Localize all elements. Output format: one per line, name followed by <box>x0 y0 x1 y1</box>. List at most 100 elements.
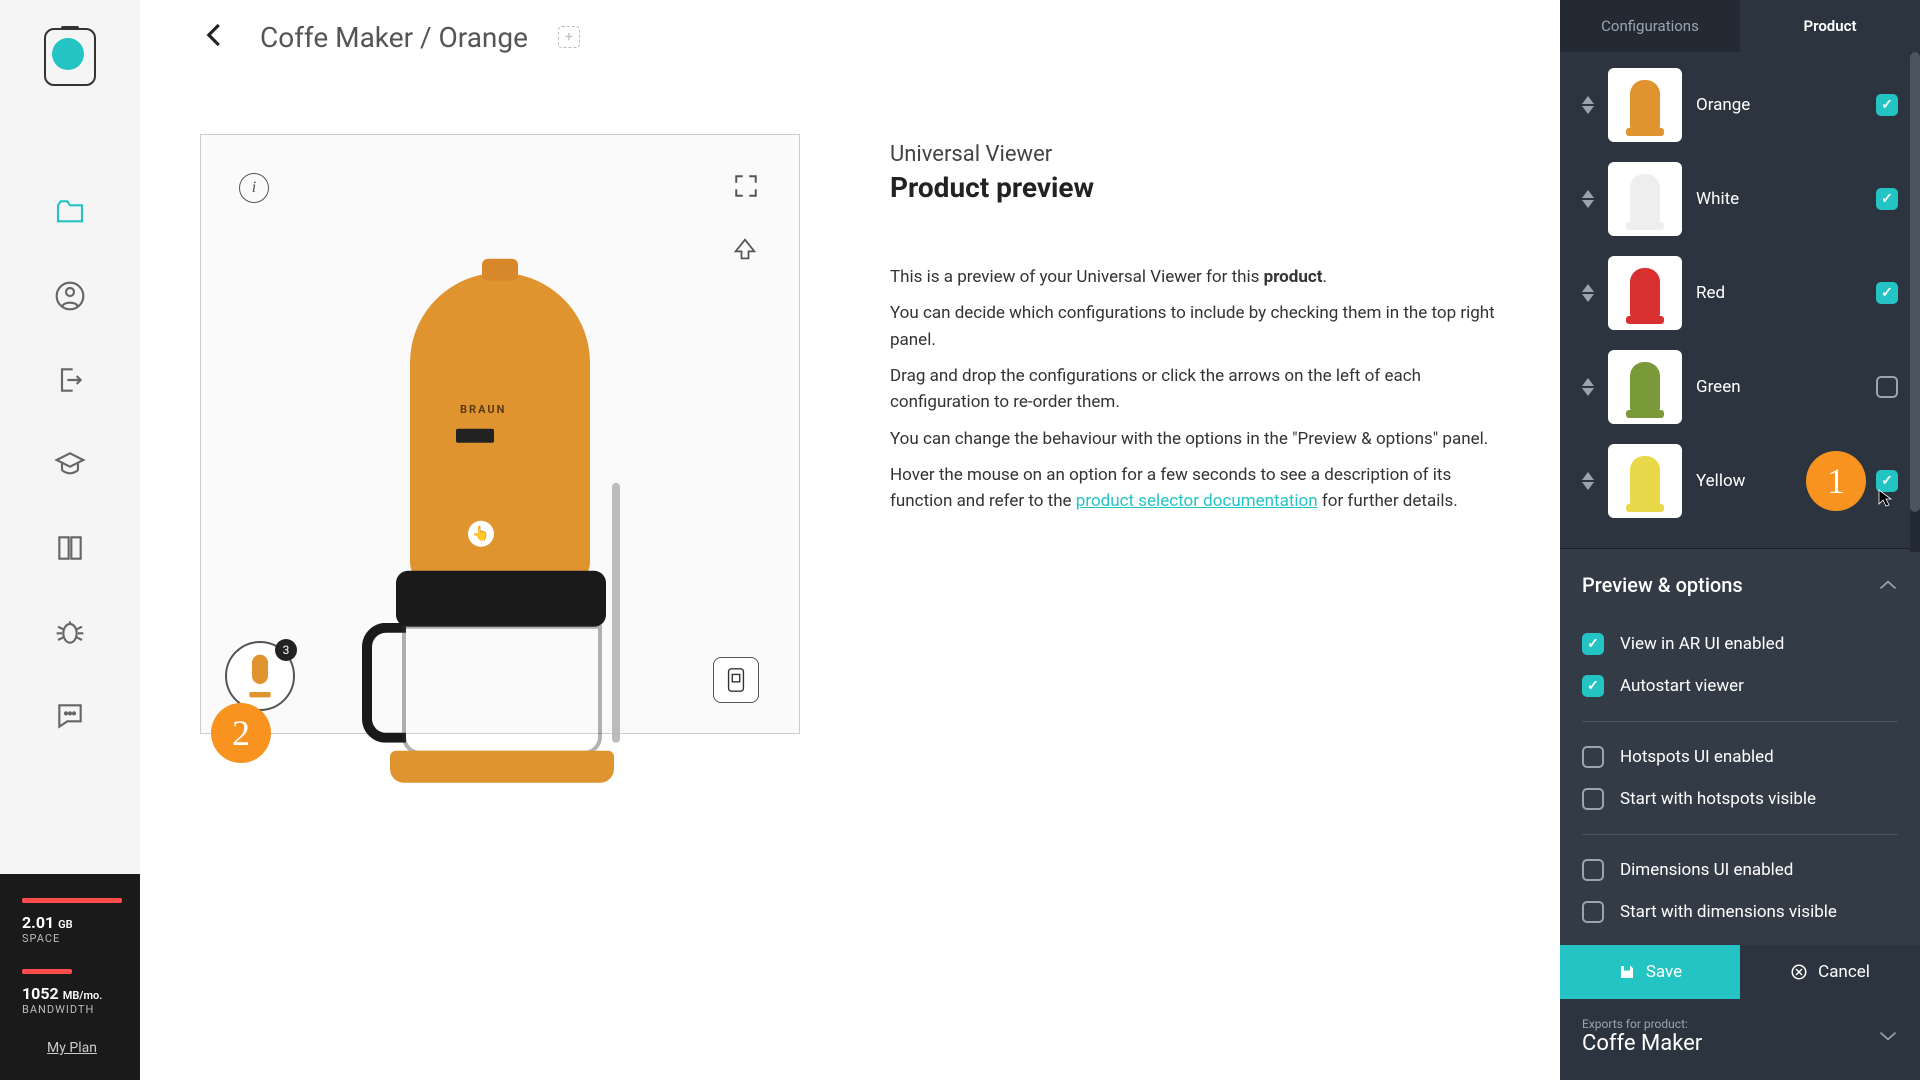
config-thumbnail[interactable] <box>1608 350 1682 424</box>
config-thumbnail[interactable] <box>1608 256 1682 330</box>
option-checkbox[interactable] <box>1582 901 1604 923</box>
ar-view-button[interactable] <box>713 657 759 703</box>
sort-handle[interactable] <box>1582 378 1594 396</box>
sort-handle[interactable] <box>1582 96 1594 114</box>
space-unit: GB <box>58 918 72 931</box>
config-row: Orange <box>1570 58 1910 152</box>
chat-icon[interactable] <box>54 700 86 732</box>
config-checkbox[interactable] <box>1876 282 1898 304</box>
section-title: Product preview <box>890 171 1500 204</box>
option-label: View in AR UI enabled <box>1620 634 1784 654</box>
product-viewer[interactable]: i BRAUN 👆 3 <box>200 134 800 734</box>
tour-marker-2: 2 <box>211 703 271 763</box>
option-checkbox[interactable] <box>1582 859 1604 881</box>
info-paragraph: Drag and drop the configurations or clic… <box>890 363 1500 416</box>
configuration-list: Orange White Red Green <box>1560 52 1920 548</box>
scrollbar[interactable] <box>1910 52 1920 552</box>
share-icon[interactable] <box>731 235 759 267</box>
option-label: Start with hotspots visible <box>1620 789 1816 809</box>
usage-block: 2.01 GB SPACE 1052 MB/mo. BANDWIDTH My P… <box>0 874 140 1080</box>
tab-product[interactable]: Product <box>1740 0 1920 52</box>
config-row: Green <box>1570 340 1910 434</box>
info-paragraph: Hover the mouse on an option for a few s… <box>890 462 1500 515</box>
learn-icon[interactable] <box>54 448 86 480</box>
config-checkbox[interactable] <box>1876 94 1898 116</box>
option-row: View in AR UI enabled <box>1582 623 1898 665</box>
right-panel: Configurations Product Orange White Red <box>1560 0 1920 1080</box>
space-bar <box>22 898 122 903</box>
space-value: 2.01 <box>22 913 54 932</box>
bandwidth-value: 1052 <box>22 984 59 1003</box>
bug-icon[interactable] <box>54 616 86 648</box>
tour-marker-1: 1 <box>1806 451 1866 511</box>
option-checkbox[interactable] <box>1582 633 1604 655</box>
left-sidebar: 2.01 GB SPACE 1052 MB/mo. BANDWIDTH My P… <box>0 0 140 1080</box>
option-row: Start with dimensions visible <box>1582 891 1898 933</box>
options-header[interactable]: Preview & options <box>1582 573 1898 597</box>
config-thumbnail[interactable] <box>1608 162 1682 236</box>
cancel-button[interactable]: Cancel <box>1740 945 1920 999</box>
config-name: Orange <box>1696 95 1862 115</box>
option-label: Dimensions UI enabled <box>1620 860 1793 880</box>
logout-icon[interactable] <box>54 364 86 396</box>
option-checkbox[interactable] <box>1582 675 1604 697</box>
option-row: Dimensions UI enabled <box>1582 849 1898 891</box>
main-area: Coffe Maker / Orange i BRAUN 👆 <box>140 0 1560 1080</box>
tab-configurations[interactable]: Configurations <box>1560 0 1740 52</box>
sort-handle[interactable] <box>1582 284 1594 302</box>
space-label: SPACE <box>22 932 122 945</box>
folder-icon[interactable] <box>54 196 86 228</box>
option-checkbox[interactable] <box>1582 746 1604 768</box>
info-paragraph: This is a preview of your Universal View… <box>890 264 1500 290</box>
my-plan-link[interactable]: My Plan <box>22 1040 122 1056</box>
config-row: Red <box>1570 246 1910 340</box>
info-button[interactable]: i <box>239 173 269 203</box>
docs-icon[interactable] <box>54 532 86 564</box>
expand-icon[interactable] <box>733 173 759 203</box>
config-thumbnail[interactable] <box>1608 68 1682 142</box>
documentation-link[interactable]: product selector documentation <box>1076 491 1318 511</box>
option-label: Start with dimensions visible <box>1620 902 1837 922</box>
config-checkbox[interactable] <box>1876 376 1898 398</box>
exports-section[interactable]: Exports for product: Coffe Maker <box>1560 999 1920 1074</box>
app-logo[interactable] <box>44 28 96 86</box>
info-paragraph: You can change the behaviour with the op… <box>890 426 1500 452</box>
config-thumbnail[interactable] <box>1608 444 1682 518</box>
config-name: Green <box>1696 377 1862 397</box>
chevron-up-icon <box>1878 576 1898 595</box>
bandwidth-bar <box>22 969 72 974</box>
option-checkbox[interactable] <box>1582 788 1604 810</box>
option-label: Hotspots UI enabled <box>1620 747 1774 767</box>
user-icon[interactable] <box>54 280 86 312</box>
brand-label: BRAUN <box>460 403 506 416</box>
options-title: Preview & options <box>1582 573 1743 597</box>
option-row: Hotspots UI enabled <box>1582 736 1898 778</box>
header: Coffe Maker / Orange <box>140 0 1560 74</box>
bandwidth-label: BANDWIDTH <box>22 1003 122 1016</box>
config-name: White <box>1696 189 1862 209</box>
option-row: Autostart viewer <box>1582 665 1898 707</box>
chevron-down-icon <box>1878 1027 1898 1046</box>
config-name: Red <box>1696 283 1862 303</box>
product-render: BRAUN 👆 <box>410 273 590 583</box>
selection-icon[interactable] <box>558 26 580 48</box>
info-paragraph: You can decide which configurations to i… <box>890 300 1500 353</box>
option-label: Autostart viewer <box>1620 676 1744 696</box>
option-row: Start with hotspots visible <box>1582 778 1898 820</box>
exports-label: Exports for product: <box>1582 1017 1702 1031</box>
touch-hotspot-icon[interactable]: 👆 <box>468 521 494 547</box>
config-checkbox[interactable] <box>1876 188 1898 210</box>
info-column: Universal Viewer Product preview This is… <box>890 134 1500 734</box>
preview-options-section: Preview & options View in AR UI enabled … <box>1560 548 1920 945</box>
section-subtitle: Universal Viewer <box>890 142 1500 167</box>
save-button[interactable]: Save <box>1560 945 1740 999</box>
sort-handle[interactable] <box>1582 472 1594 490</box>
config-row: White <box>1570 152 1910 246</box>
breadcrumb: Coffe Maker / Orange <box>260 21 528 54</box>
sort-handle[interactable] <box>1582 190 1594 208</box>
back-button[interactable] <box>200 20 230 54</box>
hotspot-count-badge: 3 <box>275 639 297 661</box>
exports-product-name: Coffe Maker <box>1582 1031 1702 1056</box>
hotspot-thumbnail[interactable]: 3 <box>225 641 295 711</box>
config-row: Yellow 1 <box>1570 434 1910 528</box>
